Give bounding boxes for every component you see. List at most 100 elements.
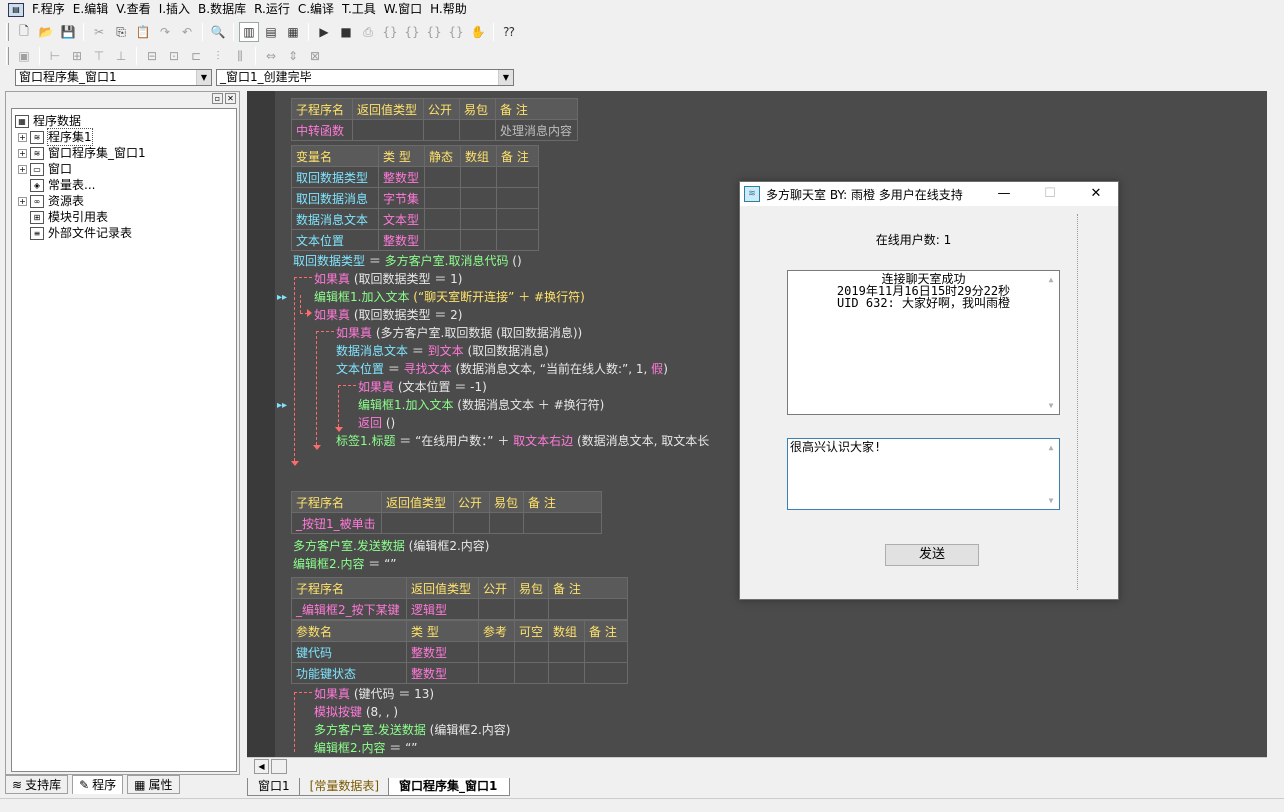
table-row[interactable]: _编辑框2_按下某键 逻辑型: [291, 598, 628, 620]
table-cell[interactable]: [478, 598, 515, 620]
code-line[interactable]: 数据消息文本 ＝ 到文本 (取回数据消息): [336, 342, 549, 359]
tab-window-program-set[interactable]: 窗口程序集_窗口1: [388, 777, 511, 796]
hand-icon[interactable]: ✋: [468, 22, 488, 42]
tree-item-program-set[interactable]: + ≋ 程序集1: [18, 128, 93, 146]
table-cell[interactable]: 整数型: [378, 166, 425, 188]
save-icon[interactable]: 💾: [58, 22, 78, 42]
code-line[interactable]: 多方客户室.发送数据 (编辑框2.内容): [314, 721, 510, 738]
table-cell[interactable]: [459, 119, 496, 141]
layout-grid-icon[interactable]: ▦: [283, 22, 303, 42]
code-line[interactable]: 编辑框1.加入文本 (数据消息文本 ＋ #换行符): [358, 396, 604, 413]
close-icon[interactable]: ✕: [225, 93, 236, 104]
center-horizontal-icon[interactable]: ⇔: [261, 46, 281, 66]
table-cell[interactable]: 整数型: [406, 641, 479, 663]
toolbar-grip[interactable]: [6, 23, 9, 41]
help-pointer-icon[interactable]: ⁇: [499, 22, 519, 42]
menu-help[interactable]: H.帮助: [426, 0, 471, 19]
tab-program[interactable]: ✎ 程序: [72, 775, 124, 794]
program-set-combo[interactable]: 窗口程序集_窗口1 ▼: [15, 69, 212, 86]
same-height-icon[interactable]: ⊡: [164, 46, 184, 66]
code-line[interactable]: 模拟按键 (8, , ): [314, 703, 398, 720]
table-cell[interactable]: 功能键状态: [291, 662, 407, 684]
code-line[interactable]: 标签1.标题 ＝ “在线用户数：” ＋ 取文本右边 (数据消息文本, 取文本长: [336, 432, 709, 449]
table-cell[interactable]: [523, 512, 602, 534]
paste-icon[interactable]: 📋: [133, 22, 153, 42]
menu-view[interactable]: V.查看: [112, 0, 154, 19]
layout-top-icon[interactable]: ▤: [261, 22, 281, 42]
undo-icon[interactable]: ↶: [177, 22, 197, 42]
restore-icon[interactable]: ▫: [212, 93, 223, 104]
table-cell[interactable]: 字节集: [378, 187, 425, 209]
tree-item-modules[interactable]: ⊞ 模块引用表: [30, 209, 108, 225]
table-cell[interactable]: 取回数据消息: [291, 187, 379, 209]
scroll-thumb[interactable]: [271, 759, 287, 774]
align-center-icon[interactable]: ⊞: [67, 46, 87, 66]
chevron-down-icon[interactable]: ▼: [196, 70, 211, 85]
tree-item-external-files[interactable]: ≡ 外部文件记录表: [30, 225, 132, 241]
maximize-icon[interactable]: ☐: [1027, 182, 1073, 206]
close-icon[interactable]: ✕: [1073, 182, 1119, 206]
tab-constants[interactable]: [常量数据表]: [298, 777, 393, 796]
tab-properties[interactable]: ▦ 属性: [127, 775, 180, 794]
same-size-icon[interactable]: ⊏: [186, 46, 206, 66]
scroll-down-icon[interactable]: ▼: [1043, 401, 1059, 410]
align-top-icon[interactable]: ⊤: [89, 46, 109, 66]
table-row[interactable]: 中转函数 处理消息内容: [291, 119, 578, 141]
chevron-down-icon[interactable]: ▼: [498, 70, 513, 85]
run-icon[interactable]: ▶: [314, 22, 334, 42]
copy-icon[interactable]: ⎘: [111, 22, 131, 42]
minimize-icon[interactable]: —: [981, 182, 1027, 206]
align-bottom-icon[interactable]: ⊥: [111, 46, 131, 66]
table-cell[interactable]: 文本型: [378, 208, 425, 230]
step-icon[interactable]: ⎙: [358, 22, 378, 42]
scroll-up-icon[interactable]: ▲: [1043, 275, 1059, 284]
tree-item-resources[interactable]: + ∞ 资源表: [18, 193, 84, 209]
table-row[interactable]: 功能键状态 整数型: [291, 662, 628, 684]
tree-item-constants[interactable]: ◈ 常量表...: [30, 177, 95, 193]
menu-database[interactable]: B.数据库: [194, 0, 250, 19]
center-vertical-icon[interactable]: ⇕: [283, 46, 303, 66]
scroll-left-icon[interactable]: ◀: [254, 759, 269, 774]
table-cell[interactable]: 数据消息文本: [291, 208, 379, 230]
table-cell[interactable]: 中转函数: [291, 119, 353, 141]
code-line[interactable]: 如果真 (取回数据类型 ＝ 2): [314, 306, 462, 323]
redo-icon[interactable]: ↷: [155, 22, 175, 42]
menu-window[interactable]: W.窗口: [380, 0, 426, 19]
editor-horizontal-scrollbar[interactable]: ◀: [247, 757, 1267, 774]
chat-title-bar[interactable]: ≋ 多方聊天室 BY: 雨橙 多用户在线支持 — ☐ ✕: [740, 182, 1118, 206]
table-cell[interactable]: 处理消息内容: [495, 119, 578, 141]
message-input[interactable]: 很高兴认识大家! ▲ ▼: [787, 438, 1060, 510]
table-cell[interactable]: [453, 512, 490, 534]
open-folder-icon[interactable]: 📂: [36, 22, 56, 42]
table-cell[interactable]: 逻辑型: [406, 598, 479, 620]
send-button[interactable]: 发送: [885, 544, 979, 566]
table-cell[interactable]: 整数型: [378, 229, 425, 251]
menu-tools[interactable]: T.工具: [338, 0, 380, 19]
editor-vertical-scrollbar[interactable]: [1267, 91, 1284, 757]
table-cell[interactable]: 键代码: [291, 641, 407, 663]
expand-icon[interactable]: +: [18, 148, 27, 158]
tab-window1[interactable]: 窗口1: [247, 777, 303, 796]
table-cell[interactable]: [489, 512, 524, 534]
table-cell[interactable]: [514, 598, 549, 620]
align-grid-icon[interactable]: ▣: [14, 46, 34, 66]
step-into-icon[interactable]: {}: [380, 22, 400, 42]
step-over-icon[interactable]: {}: [402, 22, 422, 42]
table-cell[interactable]: [352, 119, 424, 141]
table-cell[interactable]: 取回数据类型: [291, 166, 379, 188]
table-cell[interactable]: _按钮1_被单击: [291, 512, 382, 534]
scroll-up-icon[interactable]: ▲: [1043, 443, 1059, 452]
menu-insert[interactable]: I.插入: [155, 0, 194, 19]
breakpoint-marker-icon[interactable]: ▸▸: [277, 400, 287, 411]
code-line[interactable]: 编辑框1.加入文本 (“聊天室断开连接” ＋ #换行符): [314, 288, 585, 305]
table-row[interactable]: 数据消息文本 文本型: [291, 208, 539, 230]
new-file-icon[interactable]: 🗋: [14, 22, 34, 42]
table-row[interactable]: 文本位置 整数型: [291, 229, 539, 251]
code-line[interactable]: 如果真 (键代码 ＝ 13): [314, 685, 434, 702]
code-line[interactable]: 编辑框2.内容 ＝ “”: [293, 555, 397, 572]
code-line[interactable]: 取回数据类型 ＝ 多方客户室.取消息代码 (): [293, 252, 522, 269]
table-cell[interactable]: [381, 512, 454, 534]
same-width-icon[interactable]: ⊟: [142, 46, 162, 66]
space-vertical-icon[interactable]: ⫼: [230, 46, 250, 66]
code-line[interactable]: 编辑框2.内容 ＝ “”: [314, 739, 418, 756]
